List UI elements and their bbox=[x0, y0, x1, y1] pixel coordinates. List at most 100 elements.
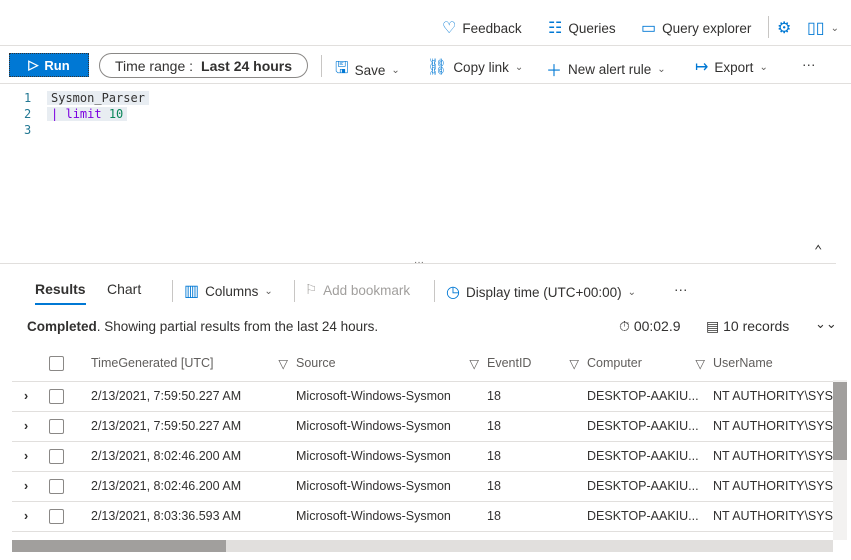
pipe-token: | bbox=[51, 107, 59, 121]
scrollbar-thumb[interactable] bbox=[12, 540, 226, 552]
table-cell: DESKTOP-AAKIU... bbox=[587, 441, 713, 472]
play-icon: ▷ bbox=[28, 57, 39, 72]
feedback-button[interactable]: ♡ Feedback bbox=[442, 18, 522, 38]
select-all-checkbox[interactable] bbox=[49, 355, 64, 371]
row-checkbox[interactable] bbox=[49, 448, 64, 464]
timer-icon: ⏱ bbox=[619, 318, 630, 334]
scrollbar-thumb[interactable] bbox=[833, 382, 847, 460]
line-number: 1 bbox=[24, 91, 32, 105]
settings-button[interactable]: ⚙ bbox=[777, 18, 791, 38]
status-text: Completed. Showing partial results from … bbox=[27, 319, 378, 334]
column-header[interactable]: Source ▽ bbox=[296, 346, 487, 382]
status-bar: Completed. Showing partial results from … bbox=[0, 310, 851, 342]
column-header[interactable]: TimeGenerated [UTC] ▽ bbox=[91, 346, 296, 382]
header-label: EventID bbox=[487, 355, 532, 370]
table-row[interactable]: › 2/13/2021, 7:59:50.227 AM Microsoft-Wind… bbox=[12, 411, 833, 442]
filter-icon[interactable]: ▽ bbox=[695, 356, 705, 371]
export-button[interactable]: ↦ Export ⌄ bbox=[695, 57, 768, 77]
expand-row-icon[interactable]: › bbox=[12, 501, 49, 532]
splitter-handle-icon[interactable]: ··· bbox=[414, 257, 424, 268]
table-cell: 2/13/2021, 8:02:46.200 AM bbox=[91, 441, 296, 472]
column-header[interactable]: EventID ▽ bbox=[487, 346, 587, 382]
copy-link-button[interactable]: ⛓ Copy link ⌄ bbox=[427, 57, 523, 77]
table-row[interactable]: › 2/13/2021, 8:03:36.593 AM Microsoft-Wind… bbox=[12, 501, 833, 532]
expand-icon[interactable]: ⌄⌄ bbox=[815, 316, 837, 332]
export-icon: ↦ bbox=[695, 59, 709, 76]
table-cell: 18 bbox=[487, 441, 587, 472]
time-range-label: Time range : bbox=[114, 57, 194, 74]
query-explorer-button[interactable]: ▭ Query explorer bbox=[641, 18, 751, 38]
code-line: | limit 10 bbox=[47, 107, 128, 121]
chevron-down-icon: ⌄ bbox=[514, 61, 524, 73]
queries-button[interactable]: ☷ Queries bbox=[548, 18, 616, 38]
column-header[interactable]: Computer ▽ bbox=[587, 346, 713, 382]
more-label: ··· bbox=[802, 57, 816, 72]
table-cell: DESKTOP-AAKIU... bbox=[587, 501, 713, 532]
table-cell: 2/13/2021, 8:02:46.200 AM bbox=[91, 471, 296, 502]
expand-row-icon[interactable]: › bbox=[12, 411, 49, 442]
row-checkbox[interactable] bbox=[49, 508, 64, 524]
vertical-scrollbar[interactable] bbox=[833, 380, 847, 540]
bookmark-icon: ⚐ bbox=[305, 282, 318, 297]
table-row[interactable]: › 2/13/2021, 7:59:50.227 AM Microsoft-Wind… bbox=[12, 381, 833, 412]
time-range-value: Last 24 hours bbox=[201, 57, 293, 74]
chevron-down-icon: ⌄ bbox=[391, 65, 400, 76]
table-row[interactable]: › 2/13/2021, 8:02:46.200 AM Microsoft-Wind… bbox=[12, 471, 833, 502]
book-button[interactable]: ▯▯ ⌄ bbox=[807, 18, 839, 38]
add-bookmark-label: Add bookmark bbox=[323, 282, 411, 298]
query-toolbar: ▷ Run Time range : Last 24 hours 🖫 Save ⌄ ⛓ C… bbox=[0, 46, 851, 84]
column-header[interactable]: UserName bbox=[713, 346, 833, 382]
header-label: Computer bbox=[587, 355, 642, 370]
filter-icon[interactable]: ▽ bbox=[469, 356, 479, 371]
table-cell: 2/13/2021, 8:03:36.593 AM bbox=[91, 501, 296, 532]
line-number: 3 bbox=[24, 123, 32, 137]
chevron-down-icon: ⌄ bbox=[830, 22, 839, 34]
horizontal-scrollbar[interactable] bbox=[12, 540, 833, 552]
time-range-button[interactable]: Time range : Last 24 hours bbox=[99, 53, 308, 78]
chevron-down-icon: ⌄ bbox=[759, 61, 768, 73]
more-button[interactable]: ··· bbox=[802, 57, 816, 72]
expand-row-icon[interactable]: › bbox=[12, 381, 49, 412]
collapse-editor-icon[interactable]: ⌃ bbox=[814, 243, 822, 259]
table-cell: DESKTOP-AAKIU... bbox=[587, 471, 713, 502]
new-alert-rule-button[interactable]: ＋ New alert rule ⌄ bbox=[546, 57, 666, 81]
filter-icon[interactable]: ▽ bbox=[569, 356, 579, 371]
query-editor[interactable]: 1 Sysmon_Parser 2 | limit 10 3 ⌃ bbox=[0, 85, 851, 263]
tab-results[interactable]: Results bbox=[35, 281, 86, 305]
duration-value: 00:02.9 bbox=[633, 318, 681, 334]
header-bar: ♡ Feedback ☷ Queries ▭ Query explorer ⚙ ▯▯ ⌄ bbox=[0, 0, 851, 46]
chevron-down-icon: ⌄ bbox=[627, 286, 637, 298]
columns-button[interactable]: ▥ Columns ⌄ bbox=[184, 281, 273, 301]
display-time-button[interactable]: ◷ Display time (UTC+00:00) ⌄ bbox=[446, 282, 636, 302]
row-checkbox[interactable] bbox=[49, 418, 64, 434]
more-label: ··· bbox=[674, 282, 688, 297]
more-button[interactable]: ··· bbox=[674, 282, 688, 297]
table-row[interactable]: › 2/13/2021, 8:02:46.200 AM Microsoft-Wind… bbox=[12, 441, 833, 472]
table-cell: Microsoft-Windows-Sysmon bbox=[296, 411, 487, 442]
status-message: . Showing partial results from the last … bbox=[96, 319, 379, 334]
header-label: UserName bbox=[713, 356, 773, 371]
table-cell: NT AUTHORITY\SYSTEM bbox=[713, 501, 833, 532]
keyword-token: limit bbox=[65, 107, 102, 121]
table-cell: 18 bbox=[487, 411, 587, 442]
results-table: TimeGenerated [UTC] ▽ Source ▽ EventID ▽ Co… bbox=[12, 346, 833, 532]
number-token: 10 bbox=[108, 107, 124, 121]
header-label: Source bbox=[296, 355, 336, 370]
divider bbox=[321, 55, 322, 77]
run-button[interactable]: ▷ Run bbox=[9, 53, 89, 77]
row-checkbox[interactable] bbox=[49, 388, 64, 404]
header-label: TimeGenerated [UTC] bbox=[91, 355, 214, 370]
save-icon: 🖫 bbox=[335, 60, 349, 77]
columns-label: Columns bbox=[205, 283, 259, 299]
save-label: Save bbox=[354, 63, 386, 78]
filter-icon[interactable]: ▽ bbox=[278, 356, 288, 371]
divider bbox=[434, 280, 435, 302]
new-alert-rule-label: New alert rule bbox=[568, 61, 652, 77]
gear-icon: ⚙ bbox=[777, 20, 792, 37]
add-bookmark-button[interactable]: ⚐ Add bookmark bbox=[305, 282, 410, 298]
save-button[interactable]: 🖫 Save ⌄ bbox=[335, 57, 400, 84]
expand-row-icon[interactable]: › bbox=[12, 441, 49, 472]
row-checkbox[interactable] bbox=[49, 478, 64, 494]
expand-row-icon[interactable]: › bbox=[12, 471, 49, 502]
tab-chart[interactable]: Chart bbox=[107, 281, 141, 297]
